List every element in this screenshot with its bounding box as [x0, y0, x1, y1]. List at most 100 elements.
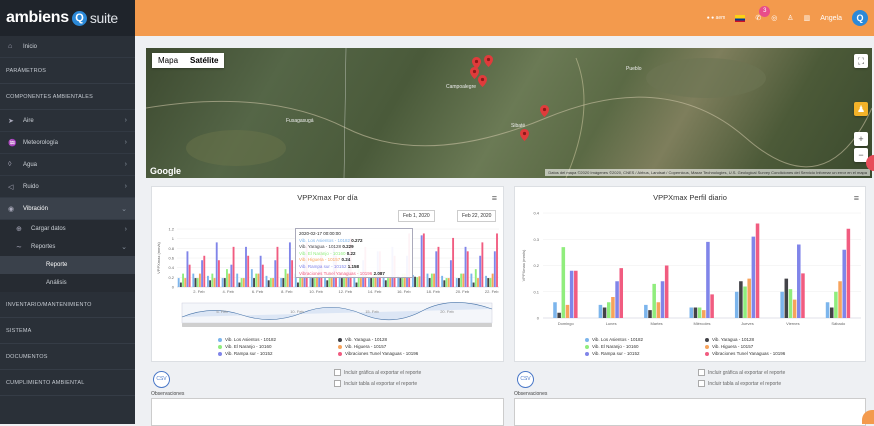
sidebar-section[interactable]: SISTEMA: [0, 318, 135, 344]
bar: [842, 250, 846, 318]
bar: [619, 268, 623, 318]
speaker-icon: ◁: [8, 183, 18, 191]
submenu-item[interactable]: Reporte: [0, 256, 135, 274]
satellite-map[interactable]: Mapa Satélite Campoalegre Pueblo Fusagas…: [146, 48, 872, 178]
observations-textarea[interactable]: [514, 398, 866, 426]
bar: [419, 276, 421, 287]
terrain-overlay: [146, 48, 872, 178]
include-table-checkbox[interactable]: Incluir tabla al exportar el reporte: [698, 380, 781, 387]
topbar: ● ● aem ✆3 ◎ ♙ ▥ Angela Q: [135, 0, 874, 36]
bar: [385, 280, 387, 287]
zoom-in-button[interactable]: +: [854, 132, 868, 146]
checkbox-box[interactable]: [698, 369, 705, 376]
x-tick-label: 6. Feb: [252, 289, 264, 294]
legend-item[interactable]: Vib. Rampa sur - 10152: [218, 351, 338, 356]
tab-map[interactable]: Mapa: [152, 53, 184, 68]
checkbox-box[interactable]: [698, 380, 705, 387]
bar: [209, 280, 211, 287]
sidebar-section[interactable]: INVENTARIO/MANTENIMIENTO: [0, 292, 135, 318]
brand-logo[interactable]: ambiens Q suite: [0, 0, 135, 36]
users-icon[interactable]: ♙: [787, 14, 793, 22]
legend-item[interactable]: Vib. Higuera - 10157: [705, 344, 825, 349]
bar: [838, 281, 842, 318]
sidebar-item-meteorología[interactable]: ♒Meteorología›: [0, 132, 135, 154]
x-tick-label: Sábado: [831, 321, 846, 326]
x-tick-label: Miércoles: [693, 321, 710, 326]
tooltip-value: 0.272: [351, 238, 362, 243]
chevron-icon: ›: [125, 117, 127, 124]
map-marker-icon[interactable]: [540, 104, 549, 116]
sidebar-section[interactable]: DOCUMENTOS: [0, 344, 135, 370]
legend-item[interactable]: Vibraciones Tunel Yanaguas - 10196: [338, 351, 458, 356]
map-marker-icon[interactable]: [478, 74, 487, 86]
checkbox-box[interactable]: [334, 369, 341, 376]
include-table-checkbox[interactable]: Incluir tabla al exportar el reporte: [334, 380, 417, 387]
sidebar-item-label: Meteorología: [23, 140, 58, 146]
map-copyright[interactable]: Datos del mapa ©2020 Imágenes ©2020, CNE…: [545, 169, 870, 176]
tab-satellite[interactable]: Satélite: [184, 53, 224, 68]
legend-item[interactable]: Vib. Los Asientos - 10182: [218, 337, 338, 342]
legend-item[interactable]: Vib. Higuera - 10157: [338, 344, 458, 349]
navigator-label: 15. Feb: [365, 309, 379, 314]
sidebar-section[interactable]: CUMPLIMIENTO AMBIENTAL: [0, 370, 135, 396]
brand-name: ambiens: [6, 9, 69, 27]
x-tick-label: Domingo: [558, 321, 575, 326]
fullscreen-icon[interactable]: ⛶: [854, 54, 868, 68]
bar: [203, 256, 205, 287]
sidebar-item-aire[interactable]: ➤Aire›: [0, 110, 135, 132]
bar: [226, 269, 228, 287]
legend-item[interactable]: Vib. Los Asientos - 10182: [585, 337, 705, 342]
legend-item[interactable]: Vib. Yaragua - 10128: [338, 337, 458, 342]
navigator-label: 10. Feb: [290, 309, 304, 314]
bar: [178, 278, 180, 287]
checkbox-box[interactable]: [334, 380, 341, 387]
colombia-flag-icon[interactable]: [735, 15, 745, 22]
street-view-icon[interactable]: ♟: [854, 102, 868, 116]
map-marker-icon[interactable]: [484, 54, 493, 66]
map-marker-icon[interactable]: [520, 128, 529, 140]
bar: [435, 251, 437, 287]
legend-label: Vib. Higuera - 10157: [345, 344, 386, 349]
submenu-item[interactable]: Análisis: [0, 274, 135, 292]
submenu-item[interactable]: ∼Reportes⌄: [0, 238, 135, 256]
include-chart-checkbox[interactable]: Incluir gráfica al exportar el reporte: [334, 369, 421, 376]
sidebar-item-ruido[interactable]: ◁Ruido›: [0, 176, 135, 198]
location-icon[interactable]: ◎: [771, 14, 777, 22]
bar: [557, 313, 561, 318]
checkbox-label: Incluir tabla al exportar el reporte: [344, 381, 417, 387]
notifications-icon[interactable]: ✆3: [755, 14, 761, 22]
submenu-label: Análisis: [46, 280, 67, 286]
bar: [314, 278, 316, 287]
legend-item[interactable]: Vib. El Naranjo - 10160: [585, 344, 705, 349]
x-tick-label: 2. Feb: [193, 289, 205, 294]
submenu-item[interactable]: ⊕Cargar datos›: [0, 220, 135, 238]
include-chart-checkbox[interactable]: Incluir gráfica al exportar el reporte: [698, 369, 785, 376]
sidebar-item-agua[interactable]: ◊Agua›: [0, 154, 135, 176]
bar: [739, 281, 743, 318]
legend-item[interactable]: Vib. Rampa sur - 10152: [585, 351, 705, 356]
legend-item[interactable]: Vib. El Naranjo - 10160: [218, 344, 338, 349]
avatar[interactable]: Q: [852, 10, 868, 26]
brand-q-icon: Q: [72, 11, 87, 26]
y-tick-label: 0: [537, 316, 540, 321]
sidebar-item-inicio[interactable]: ⌂Inicio: [0, 36, 135, 58]
sidebar-section[interactable]: PARÁMETROS: [0, 58, 135, 84]
legend-item[interactable]: Vib. Yaragua - 10128: [705, 337, 825, 342]
observations-textarea[interactable]: [151, 398, 504, 426]
legend-item[interactable]: Vibraciones Tunel Yanaguas - 10196: [705, 351, 825, 356]
send-icon: ➤: [8, 117, 18, 125]
bar: [492, 274, 494, 287]
y-tick-label: 0.8: [168, 246, 174, 251]
sidebar-item-vibración[interactable]: ◉Vibración⌄: [0, 198, 135, 220]
bar: [197, 278, 199, 287]
scroll-top-button[interactable]: [862, 410, 874, 424]
csv-button[interactable]: CSV: [153, 371, 170, 388]
sidebar-section[interactable]: COMPONENTES AMBIENTALES: [0, 84, 135, 110]
building-icon[interactable]: ▥: [804, 14, 811, 22]
tooltip-series: Vib. Yaragua - 10128: [299, 244, 341, 249]
csv-button[interactable]: CSV: [517, 371, 534, 388]
bar: [830, 308, 834, 319]
user-name[interactable]: Angela: [820, 15, 842, 22]
tooltip-row: Vib. Los Asientos - 10182 0.272: [299, 238, 409, 245]
map-label: Fusagasugá: [286, 118, 314, 124]
